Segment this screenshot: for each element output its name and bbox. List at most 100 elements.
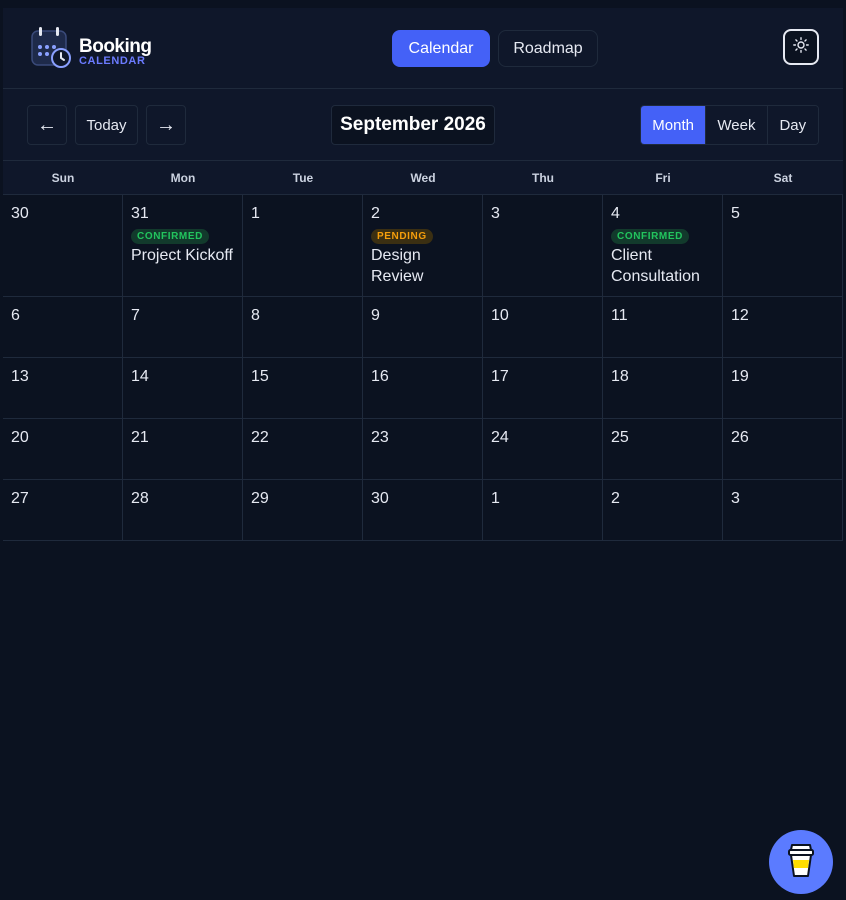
week-row: 13 14 15 16 17 18 19 — [3, 358, 843, 419]
day-number: 14 — [131, 368, 149, 385]
day-cell[interactable]: 29 — [243, 480, 363, 540]
day-number: 27 — [11, 490, 29, 507]
day-number: 30 — [11, 205, 29, 222]
day-cell[interactable]: 14 — [123, 358, 243, 418]
day-cell[interactable]: 4 CONFIRMED Client Consultation — [603, 195, 723, 296]
month-grid: Sun Mon Tue Wed Thu Fri Sat 30 31 CONFIR… — [3, 161, 843, 541]
day-number: 30 — [371, 490, 389, 507]
day-number: 12 — [731, 307, 749, 324]
day-cell[interactable]: 27 — [3, 480, 123, 540]
day-number: 31 — [131, 205, 149, 222]
next-month-button[interactable]: → — [146, 105, 186, 145]
theme-toggle-button[interactable] — [783, 29, 819, 65]
view-day-button[interactable]: Day — [766, 106, 818, 144]
weekday-label: Fri — [655, 170, 671, 185]
day-number: 29 — [251, 490, 269, 507]
day-number: 15 — [251, 368, 269, 385]
event-title[interactable]: Project Kickoff — [131, 245, 234, 266]
day-number: 3 — [731, 490, 740, 507]
view-month-button[interactable]: Month — [641, 106, 706, 144]
day-number: 1 — [251, 205, 260, 222]
day-number: 20 — [11, 429, 29, 446]
month-title: September 2026 — [331, 105, 495, 145]
day-cell[interactable]: 3 — [723, 480, 843, 540]
day-cell[interactable]: 19 — [723, 358, 843, 418]
sun-icon — [793, 36, 809, 58]
support-fab-button[interactable] — [769, 830, 833, 894]
day-number: 16 — [371, 368, 389, 385]
weekday-label: Mon — [170, 170, 196, 185]
day-cell[interactable]: 2 — [603, 480, 723, 540]
calendar-toolbar: ← Today → September 2026 Month Week Day — [3, 89, 843, 161]
top-strip — [0, 0, 846, 8]
day-cell[interactable]: 15 — [243, 358, 363, 418]
day-number: 1 — [491, 490, 500, 507]
day-number: 6 — [11, 307, 20, 324]
day-cell[interactable]: 5 — [723, 195, 843, 296]
day-cell[interactable]: 8 — [243, 297, 363, 357]
day-number: 10 — [491, 307, 509, 324]
day-number: 18 — [611, 368, 629, 385]
day-cell[interactable]: 10 — [483, 297, 603, 357]
nav-calendar-button[interactable]: Calendar — [392, 30, 490, 67]
day-cell[interactable]: 22 — [243, 419, 363, 479]
day-cell[interactable]: 12 — [723, 297, 843, 357]
day-number: 21 — [131, 429, 149, 446]
day-cell[interactable]: 1 — [483, 480, 603, 540]
day-number: 11 — [611, 307, 628, 324]
day-number: 3 — [491, 205, 500, 222]
day-number: 8 — [251, 307, 260, 324]
brand-subtitle: CALENDAR — [79, 55, 146, 67]
day-number: 17 — [491, 368, 509, 385]
weekday-label: Sun — [51, 170, 75, 185]
day-number: 2 — [371, 205, 380, 222]
event-title[interactable]: Client Consultation — [611, 245, 714, 287]
day-number: 19 — [731, 368, 749, 385]
nav-roadmap-button[interactable]: Roadmap — [498, 30, 598, 67]
day-cell[interactable]: 30 — [3, 195, 123, 296]
weekday-label: Tue — [292, 170, 314, 185]
day-cell[interactable]: 24 — [483, 419, 603, 479]
day-number: 2 — [611, 490, 620, 507]
day-number: 28 — [131, 490, 149, 507]
day-number: 24 — [491, 429, 509, 446]
status-badge: CONFIRMED — [611, 229, 689, 244]
day-cell[interactable]: 3 — [483, 195, 603, 296]
coffee-cup-icon — [786, 841, 816, 884]
weekday-label: Wed — [410, 170, 436, 185]
day-cell[interactable]: 6 — [3, 297, 123, 357]
view-week-button[interactable]: Week — [705, 106, 767, 144]
day-number: 7 — [131, 307, 140, 324]
day-cell[interactable]: 13 — [3, 358, 123, 418]
weekday-header: Sun Mon Tue Wed Thu Fri Sat — [3, 161, 843, 195]
calendar-clock-icon — [29, 26, 73, 70]
day-cell[interactable]: 31 CONFIRMED Project Kickoff — [123, 195, 243, 296]
day-number: 13 — [11, 368, 29, 385]
today-button[interactable]: Today — [75, 105, 138, 145]
day-cell[interactable]: 11 — [603, 297, 723, 357]
day-cell[interactable]: 7 — [123, 297, 243, 357]
week-row: 6 7 8 9 10 11 12 — [3, 297, 843, 358]
day-cell[interactable]: 26 — [723, 419, 843, 479]
day-cell[interactable]: 23 — [363, 419, 483, 479]
day-cell[interactable]: 17 — [483, 358, 603, 418]
event-title[interactable]: Design Review — [371, 245, 474, 287]
day-cell[interactable]: 16 — [363, 358, 483, 418]
day-cell[interactable]: 30 — [363, 480, 483, 540]
day-cell[interactable]: 18 — [603, 358, 723, 418]
status-badge: CONFIRMED — [131, 229, 209, 244]
day-cell[interactable]: 20 — [3, 419, 123, 479]
week-row: 30 31 CONFIRMED Project Kickoff 1 2 PEND… — [3, 195, 843, 297]
day-cell[interactable]: 1 — [243, 195, 363, 296]
app-header: Booking CALENDAR Calendar Roadmap — [3, 8, 843, 89]
view-switcher: Month Week Day — [640, 105, 819, 145]
day-number: 25 — [611, 429, 629, 446]
day-number: 9 — [371, 307, 380, 324]
day-cell[interactable]: 28 — [123, 480, 243, 540]
day-cell[interactable]: 25 — [603, 419, 723, 479]
week-row: 27 28 29 30 1 2 3 — [3, 480, 843, 541]
day-cell[interactable]: 9 — [363, 297, 483, 357]
day-cell[interactable]: 2 PENDING Design Review — [363, 195, 483, 296]
day-cell[interactable]: 21 — [123, 419, 243, 479]
prev-month-button[interactable]: ← — [27, 105, 67, 145]
